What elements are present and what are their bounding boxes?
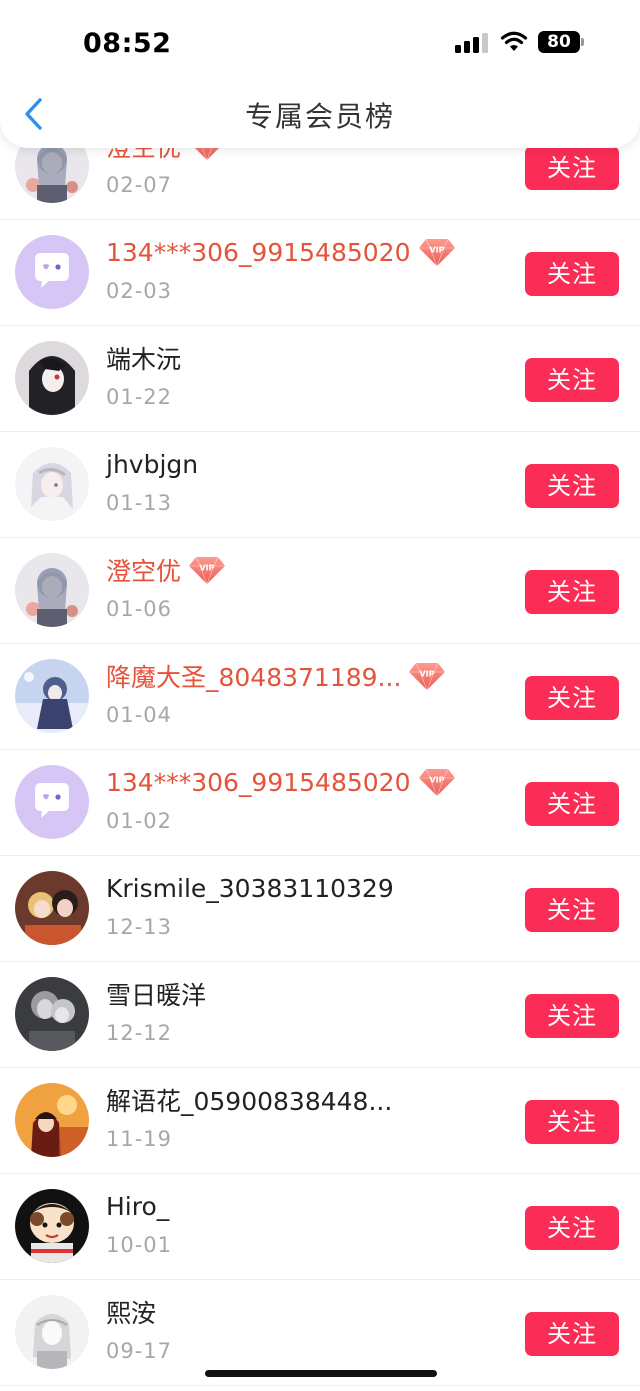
member-name-line: 澄空优 VIP [106,552,226,588]
member-date: 10-01 [106,1233,173,1257]
member-date: 02-03 [106,279,173,303]
svg-text:VIP: VIP [429,246,444,255]
follow-button[interactable]: 关注 [525,782,619,826]
member-name-line: Krismile_30383110329 [106,870,394,906]
follow-button[interactable]: 关注 [525,146,619,190]
member-name: 端木沅 [106,345,182,374]
member-name-line: 降魔大圣_8048371189... VIP [106,658,446,694]
page-title: 专属会员榜 [244,100,395,133]
wifi-icon [500,31,528,51]
avatar[interactable] [15,553,89,627]
member-name-line: 134***306_9915485020 VIP [106,764,456,800]
battery-level: 80 [538,31,580,53]
follow-button[interactable]: 关注 [525,1312,619,1356]
follow-button[interactable]: 关注 [525,994,619,1038]
list-item[interactable]: 134***306_9915485020 VIP 01-02 关注 [0,750,640,856]
list-item[interactable]: 雪日暖洋 12-12 关注 [0,962,640,1068]
list-item[interactable]: 端木沅 01-22 关注 [0,326,640,432]
member-name-line: 134***306_9915485020 VIP [106,234,456,270]
member-name: 134***306_9915485020 [106,237,411,267]
member-date: 12-13 [106,915,173,939]
member-date: 12-12 [106,1021,173,1045]
member-name: 134***306_9915485020 [106,767,411,797]
list-item[interactable]: jhvbjgn 01-13 关注 [0,432,640,538]
list-item[interactable]: 解语花_05900838448... 11-19 关注 [0,1068,640,1174]
member-name: Krismile_30383110329 [106,873,394,903]
avatar[interactable] [15,871,89,945]
follow-button[interactable]: 关注 [525,464,619,508]
member-name-line: 熙洝 [106,1294,156,1330]
status-time: 08:52 [83,28,172,59]
member-date: 11-19 [106,1127,173,1151]
member-date: 01-02 [106,809,173,833]
list-item[interactable]: 降魔大圣_8048371189... VIP 01-04 关注 [0,644,640,750]
member-name: 降魔大圣_8048371189... [106,663,402,692]
member-name-line: Hiro_ [106,1188,169,1224]
battery-icon: 80 [538,31,584,53]
avatar[interactable] [15,1295,89,1369]
vip-diamond-icon: VIP [418,238,455,267]
avatar[interactable] [15,1083,89,1157]
avatar[interactable] [15,659,89,733]
list-item[interactable]: 134***306_9915485020 VIP 02-03 关注 [0,220,640,326]
member-name-line: 解语花_05900838448... [106,1082,392,1118]
list-item[interactable]: 澄空优 VIP 01-06 关注 [0,538,640,644]
list-item[interactable]: Krismile_30383110329 12-13 关注 [0,856,640,962]
member-date: 01-04 [106,703,173,727]
member-name: 雪日暖洋 [106,981,207,1010]
avatar[interactable] [15,1189,89,1263]
svg-text:VIP: VIP [420,670,435,679]
member-name-line: jhvbjgn [106,446,198,482]
member-name-line: 端木沅 [106,340,181,376]
avatar[interactable] [15,447,89,521]
follow-button[interactable]: 关注 [525,1206,619,1250]
avatar[interactable] [15,765,89,839]
follow-button[interactable]: 关注 [525,1100,619,1144]
member-date: 09-17 [106,1339,173,1363]
member-date: 02-07 [106,173,173,197]
member-name-line: 雪日暖洋 [106,976,206,1012]
vip-diamond-icon: VIP [418,768,455,797]
member-name: 熙洝 [106,1299,157,1328]
home-indicator [205,1370,437,1377]
follow-button[interactable]: 关注 [525,888,619,932]
member-date: 01-06 [106,597,173,621]
svg-text:VIP: VIP [429,776,444,785]
follow-button[interactable]: 关注 [525,676,619,720]
vip-diamond-icon: VIP [409,662,446,691]
follow-button[interactable]: 关注 [525,570,619,614]
avatar[interactable] [15,341,89,415]
member-name: Hiro_ [106,1191,170,1221]
list-item[interactable]: Hiro_ 10-01 关注 [0,1174,640,1280]
avatar[interactable] [15,235,89,309]
member-list: 澄空优 VIP 02-07 关注 134***306_9915485020 VIP 02-0… [0,114,640,1386]
member-name: 澄空优 [106,557,182,586]
avatar[interactable] [15,977,89,1051]
vip-diamond-icon: VIP [189,556,226,585]
member-name: 解语花_05900838448... [106,1087,393,1116]
member-name: jhvbjgn [106,449,199,479]
member-date: 01-22 [106,385,173,409]
svg-text:VIP: VIP [200,564,215,573]
nav-header: 08:52 80 专属会员榜 [0,0,640,148]
follow-button[interactable]: 关注 [525,358,619,402]
member-date: 01-13 [106,491,173,515]
cellular-signal-icon [455,33,489,53]
follow-button[interactable]: 关注 [525,252,619,296]
